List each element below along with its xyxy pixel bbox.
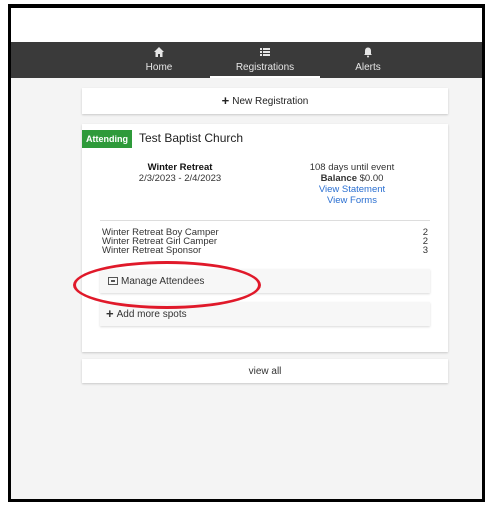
nav-alerts-label: Alerts xyxy=(355,62,381,73)
plus-icon: + xyxy=(221,93,230,108)
event-name: Winter Retreat xyxy=(147,162,213,173)
event-info: Winter Retreat 2/3/2023 - 2/4/2023 xyxy=(110,162,250,184)
home-icon xyxy=(137,46,181,62)
status-badge: Attending xyxy=(82,130,132,148)
divider xyxy=(100,220,430,221)
new-registration-button[interactable]: + New Registration xyxy=(82,88,448,114)
bottom-nav: Home Registrations Alerts xyxy=(11,42,482,78)
church-name: Test Baptist Church xyxy=(139,131,244,145)
registration-items: Winter Retreat Boy Camper 2 Winter Retre… xyxy=(102,228,428,256)
top-blank-bar xyxy=(11,8,482,42)
bell-icon xyxy=(348,46,388,62)
balance-label: Balance xyxy=(320,173,357,184)
plus-icon: + xyxy=(106,306,114,321)
highlight-circle xyxy=(73,261,261,309)
add-more-spots-label: Add more spots xyxy=(116,308,187,320)
item-count: 3 xyxy=(422,245,428,256)
balance-line: Balance $0.00 xyxy=(282,173,422,184)
days-until-event: 108 days until event xyxy=(309,162,395,173)
view-forms-link[interactable]: View Forms xyxy=(282,195,422,206)
registration-card: Attending Test Baptist Church Winter Ret… xyxy=(82,124,448,352)
nav-registrations[interactable]: Registrations xyxy=(210,42,320,78)
view-statement-link[interactable]: View Statement xyxy=(282,184,422,195)
list-item: Winter Retreat Sponsor 3 xyxy=(102,245,428,256)
nav-home-label: Home xyxy=(145,62,173,73)
balance-value: $0.00 xyxy=(359,173,384,184)
event-dates: 2/3/2023 - 2/4/2023 xyxy=(138,173,222,184)
nav-home[interactable]: Home xyxy=(137,42,181,78)
view-all-label: view all xyxy=(248,365,282,377)
event-status: 108 days until event Balance $0.00 View … xyxy=(282,162,422,206)
nav-registrations-label: Registrations xyxy=(235,62,295,73)
nav-alerts[interactable]: Alerts xyxy=(348,42,388,78)
view-all-button[interactable]: view all xyxy=(82,359,448,383)
item-name: Winter Retreat Sponsor xyxy=(102,245,202,256)
app-frame: Home Registrations Alerts + New Registra… xyxy=(8,4,485,502)
new-registration-label: New Registration xyxy=(232,95,309,107)
list-icon xyxy=(210,46,320,62)
